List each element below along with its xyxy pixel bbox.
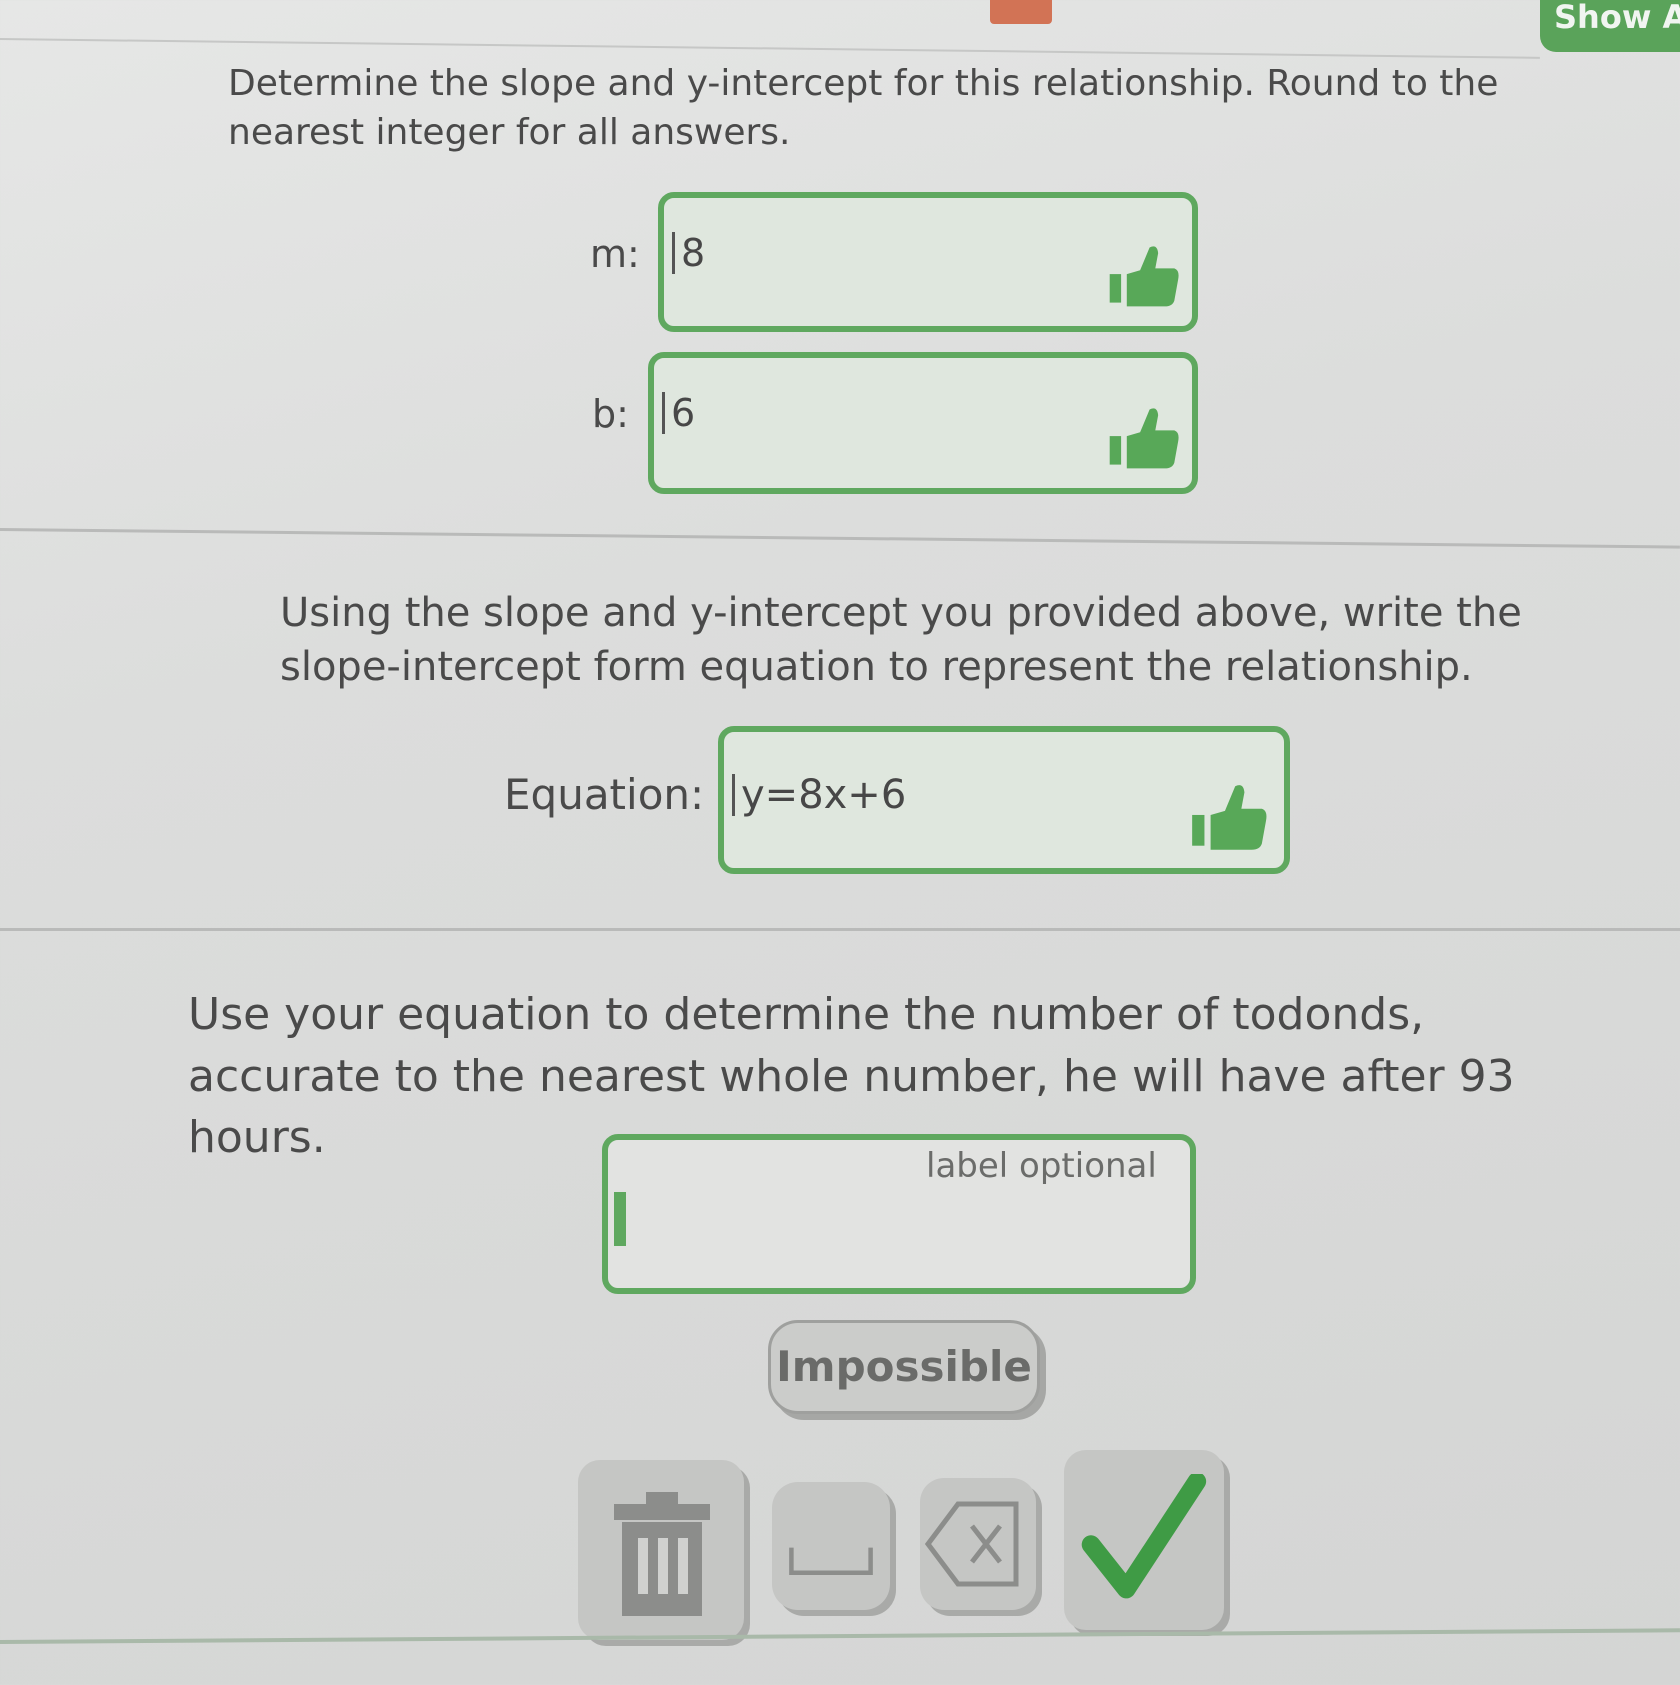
slope-input[interactable]: 8 xyxy=(658,192,1198,332)
m-label: m: xyxy=(590,232,640,276)
b-label: b: xyxy=(592,392,629,436)
backspace-key[interactable] xyxy=(920,1478,1036,1610)
trash-icon xyxy=(614,1492,710,1616)
section-divider-2 xyxy=(0,928,1680,931)
equation-label: Equation: xyxy=(504,770,705,819)
partial-indicator xyxy=(990,0,1052,24)
text-cursor xyxy=(614,1192,626,1246)
label-optional-placeholder[interactable]: label optional xyxy=(926,1146,1157,1186)
top-strip xyxy=(0,0,1680,30)
backspace-icon xyxy=(924,1501,1019,1587)
slope-intercept-prompt: Determine the slope and y-intercept for … xyxy=(228,63,1499,153)
section-divider-1 xyxy=(0,528,1680,549)
space-key[interactable] xyxy=(772,1482,890,1610)
clear-all-key[interactable] xyxy=(578,1460,744,1640)
thumbs-up-icon xyxy=(1192,785,1267,850)
equation-value: y=8x+6 xyxy=(732,774,906,816)
thumbs-up-icon xyxy=(1109,246,1179,307)
slope-value: 8 xyxy=(672,232,705,274)
thumbs-up-icon xyxy=(1109,408,1179,469)
show-answer-button[interactable]: Show A xyxy=(1540,0,1680,52)
equation-prompt: Using the slope and y-intercept you prov… xyxy=(280,590,1522,690)
intercept-input[interactable]: 6 xyxy=(648,352,1198,494)
todonds-answer-input[interactable]: label optional xyxy=(602,1134,1196,1294)
bottom-divider xyxy=(0,1628,1680,1644)
equation-input[interactable]: y=8x+6 xyxy=(718,726,1290,874)
space-icon xyxy=(789,1547,873,1576)
submit-key[interactable] xyxy=(1064,1450,1224,1630)
header-divider xyxy=(0,38,1540,59)
impossible-button[interactable]: Impossible xyxy=(768,1320,1040,1414)
intercept-value: 6 xyxy=(662,392,695,434)
checkmark-icon xyxy=(1081,1474,1207,1599)
